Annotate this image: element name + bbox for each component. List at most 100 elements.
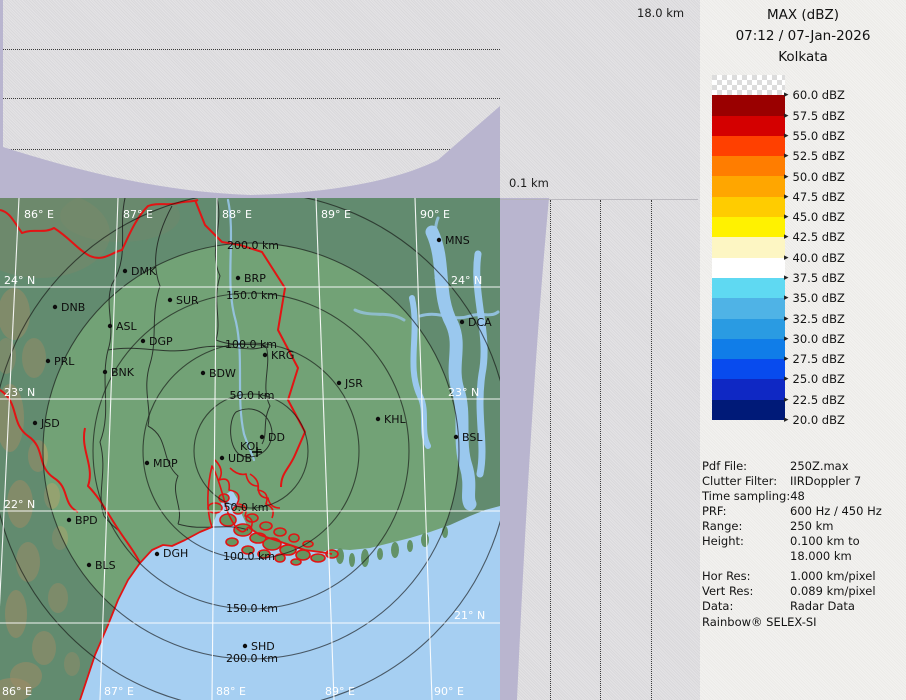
city-label: KHL: [384, 413, 406, 426]
tick-arrow-icon: ▸: [784, 354, 789, 364]
colorbar-tick-label: 25.0 dBZ: [793, 372, 845, 386]
colorbar-band: [712, 319, 785, 339]
colorbar-labels: ▸60.0 dBZ ▸57.5 dBZ ▸55.0 dBZ ▸52.5 dBZ …: [784, 85, 845, 430]
colorbar-band: [712, 379, 785, 399]
lat-label: 23° N: [4, 386, 35, 399]
meta-row: Pdf File:250Z.max: [702, 459, 904, 474]
colorbar-tick-label: 60.0 dBZ: [793, 88, 845, 102]
city-label: DGP: [149, 335, 173, 348]
product-header: MAX (dBZ) 07:12 / 07-Jan-2026 Kolkata: [700, 0, 906, 68]
product-metadata: Pdf File:250Z.max Clutter Filter:IIRDopp…: [702, 459, 904, 630]
lat-label: 22° N: [4, 498, 35, 511]
radar-display-window: 0.1 km 18.0 km: [0, 0, 906, 700]
lat-label: 24° N: [451, 274, 482, 287]
colorbar-band: [712, 258, 785, 278]
lon-label: 87° E: [123, 208, 153, 221]
colorbar-band: [712, 278, 785, 298]
tick-arrow-icon: ▸: [784, 131, 789, 141]
side-panel-axis-line: [500, 199, 698, 200]
city-label: BDW: [209, 367, 236, 380]
city-label: DNB: [61, 301, 85, 314]
colorbar-band: [712, 237, 785, 257]
meta-row: Clutter Filter:IIRDoppler 7: [702, 474, 904, 489]
meta-row: Vert Res:0.089 km/pixel: [702, 584, 904, 599]
lat-label: 23° N: [448, 386, 479, 399]
city-label: DCA: [468, 316, 492, 329]
top-height-max-label: 18.0 km: [637, 6, 684, 20]
meta-row: Data:Radar Data: [702, 599, 904, 614]
tick-arrow-icon: ▸: [784, 111, 789, 121]
tick-arrow-icon: ▸: [784, 232, 789, 242]
colorbar-tick-label: 47.5 dBZ: [793, 190, 845, 204]
lon-label: 88° E: [222, 208, 252, 221]
tick-arrow-icon: ▸: [784, 395, 789, 405]
tick-arrow-icon: ▸: [784, 334, 789, 344]
colorbar-band: [712, 298, 785, 318]
colorbar-tick-label: 22.5 dBZ: [793, 393, 845, 407]
ring-label: 100.0 km: [225, 338, 277, 351]
tick-arrow-icon: ▸: [784, 192, 789, 202]
meta-row: Hor Res:1.000 km/pixel: [702, 569, 904, 584]
colorbar-tick-label: 45.0 dBZ: [793, 210, 845, 224]
tick-arrow-icon: ▸: [784, 415, 789, 425]
colorbar-band: [712, 136, 785, 156]
city-label: DGH: [163, 547, 188, 560]
colorbar-band: [712, 156, 785, 176]
city-label: MDP: [153, 457, 178, 470]
city-label: BRP: [244, 272, 266, 285]
tick-arrow-icon: ▸: [784, 374, 789, 384]
city-label: BPD: [75, 514, 98, 527]
meta-row: 18.000 km: [702, 549, 904, 564]
software-credit: Rainbow® SELEX-SI: [702, 615, 904, 630]
city-label: ASL: [116, 320, 138, 333]
side-height-min-label: 0.1 km: [509, 176, 549, 190]
city-label: MNS: [445, 234, 470, 247]
radar-site-label: KOL: [240, 440, 262, 453]
colorbar-tick-label: 52.5 dBZ: [793, 149, 845, 163]
meta-row: PRF:600 Hz / 450 Hz: [702, 504, 904, 519]
colorbar: [712, 75, 785, 420]
tick-arrow-icon: ▸: [784, 172, 789, 182]
lon-label: 89° E: [325, 685, 355, 698]
colorbar-band: [712, 197, 785, 217]
lat-label: 21° N: [454, 609, 485, 622]
colorbar-tick-label: 50.0 dBZ: [793, 170, 845, 184]
city-label: JSR: [344, 377, 363, 390]
city-label: DD: [268, 431, 285, 444]
lon-label: 89° E: [321, 208, 351, 221]
lat-label: 24° N: [4, 274, 35, 287]
side-panel-no-data-shape: [500, 198, 656, 700]
colorbar-tick-label: 30.0 dBZ: [793, 332, 845, 346]
colorbar-band: [712, 400, 785, 420]
city-label: BNK: [111, 366, 135, 379]
colorbar-band: [712, 339, 785, 359]
colorbar-tick-label: 55.0 dBZ: [793, 129, 845, 143]
lon-label: 88° E: [216, 685, 246, 698]
lon-label: 87° E: [104, 685, 134, 698]
colorbar-band: [712, 95, 785, 115]
ring-label: 150.0 km: [226, 602, 278, 615]
tick-arrow-icon: ▸: [784, 151, 789, 161]
ring-label: 50.0 km: [229, 389, 274, 402]
city-label: KRG: [271, 349, 294, 362]
city-label: BSL: [462, 431, 483, 444]
tick-arrow-icon: ▸: [784, 90, 789, 100]
tick-arrow-icon: ▸: [784, 273, 789, 283]
colorbar-tick-label: 37.5 dBZ: [793, 271, 845, 285]
product-title: MAX (dBZ): [700, 5, 906, 26]
colorbar-band: [712, 176, 785, 196]
city-label: BLS: [95, 559, 116, 572]
colorbar-tick-label: 27.5 dBZ: [793, 352, 845, 366]
ring-label: 100.0 km: [223, 550, 275, 563]
product-datetime: 07:12 / 07-Jan-2026: [700, 26, 906, 47]
city-label: UDB: [228, 452, 252, 465]
colorbar-tick-label: 42.5 dBZ: [793, 230, 845, 244]
colorbar-band: [712, 116, 785, 136]
meta-row: Range:250 km: [702, 519, 904, 534]
ring-label: 200.0 km: [227, 239, 279, 252]
meta-row: Time sampling:48: [702, 489, 904, 504]
city-label: SHD: [251, 640, 275, 653]
ring-label: 150.0 km: [226, 289, 278, 302]
colorbar-tick-label: 35.0 dBZ: [793, 291, 845, 305]
legend-panel: MAX (dBZ) 07:12 / 07-Jan-2026 Kolkata ▸ 6…: [700, 0, 906, 700]
